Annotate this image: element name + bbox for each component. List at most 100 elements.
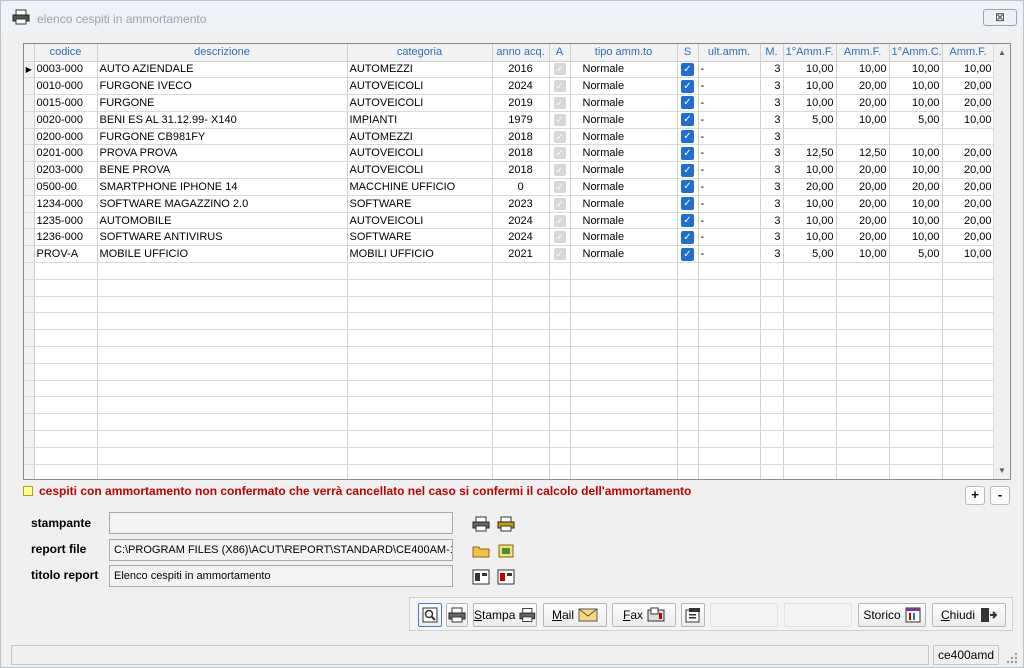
empty-cell[interactable]	[760, 380, 784, 398]
cell-a2[interactable]: 20,00	[836, 212, 890, 230]
cell-anno[interactable]: 2018	[492, 161, 550, 180]
flag-a-checkbox[interactable]: ✓	[549, 61, 571, 79]
empty-cell[interactable]	[942, 363, 995, 381]
empty-cell[interactable]	[889, 346, 943, 364]
empty-cell[interactable]	[836, 296, 890, 314]
cell-anno[interactable]: 2018	[492, 128, 550, 146]
cell-a1[interactable]: 10,00	[783, 212, 837, 230]
cell-a3[interactable]: 10,00	[889, 61, 943, 79]
cell-a4[interactable]: 10,00	[942, 245, 995, 264]
cell-codice[interactable]: 0200-000	[34, 128, 98, 146]
cell-a4[interactable]: 20,00	[942, 94, 995, 112]
table-row[interactable]: 1235-000 AUTOMOBILE AUTOVEICOLI 2024 ✓ Normal…	[24, 212, 995, 230]
empty-cell[interactable]	[677, 279, 699, 297]
flag-a-checkbox[interactable]: ✓	[549, 144, 571, 163]
printer-select-button[interactable]	[471, 514, 491, 533]
cell-descrizione[interactable]: AUTO AZIENDALE	[97, 61, 348, 79]
empty-cell[interactable]	[97, 363, 348, 381]
flag-s-checkbox[interactable]: ✓	[677, 94, 699, 112]
cell-tipo[interactable]: Normale	[570, 245, 678, 264]
empty-cell[interactable]	[698, 346, 761, 364]
flag-s-checkbox[interactable]: ✓	[677, 111, 699, 129]
report-edit-button[interactable]	[496, 541, 516, 560]
empty-cell[interactable]	[570, 396, 678, 415]
cell-a3[interactable]: 5,00	[889, 245, 943, 264]
empty-cell[interactable]	[889, 296, 943, 314]
cell-a4[interactable]	[942, 128, 995, 146]
close-window-button[interactable]: ⊠	[983, 9, 1017, 26]
cell-anno[interactable]: 0	[492, 178, 550, 196]
empty-cell[interactable]	[942, 447, 995, 465]
printer-setup-button[interactable]	[496, 514, 516, 533]
empty-cell[interactable]	[942, 413, 995, 432]
empty-cell[interactable]	[942, 296, 995, 314]
stampante-field[interactable]	[109, 512, 453, 534]
cell-anno[interactable]: 2021	[492, 245, 550, 264]
empty-cell[interactable]	[347, 296, 493, 314]
table-row[interactable]: 1234-000 SOFTWARE MAGAZZINO 2.0 SOFTWARE 20…	[24, 195, 995, 213]
empty-cell[interactable]	[942, 430, 995, 448]
empty-cell[interactable]	[34, 430, 98, 448]
empty-cell[interactable]	[889, 329, 943, 348]
cell-m[interactable]: 3	[760, 77, 784, 96]
empty-cell[interactable]	[347, 279, 493, 297]
table-row[interactable]: 0200-000 FURGONE CB981FY AUTOMEZZI 2018 ✓ Nor…	[24, 128, 995, 146]
empty-cell[interactable]	[492, 430, 550, 448]
flag-s-checkbox[interactable]: ✓	[677, 77, 699, 96]
empty-cell[interactable]	[836, 430, 890, 448]
empty-cell[interactable]	[698, 380, 761, 398]
stampa-button[interactable]: Stampa	[473, 603, 537, 627]
empty-cell[interactable]	[24, 464, 35, 479]
cell-categoria[interactable]: AUTOVEICOLI	[347, 77, 493, 96]
cell-tipo[interactable]: Normale	[570, 212, 678, 230]
empty-table-row[interactable]	[24, 279, 995, 297]
cell-codice[interactable]: 0500-00	[34, 178, 98, 196]
empty-table-row[interactable]	[24, 430, 995, 448]
empty-cell[interactable]	[677, 346, 699, 364]
cell-a1[interactable]	[783, 128, 837, 146]
cell-ult[interactable]: -	[698, 245, 761, 264]
empty-table-row[interactable]	[24, 447, 995, 465]
cell-m[interactable]: 3	[760, 245, 784, 264]
empty-cell[interactable]	[347, 396, 493, 415]
cell-categoria[interactable]: AUTOVEICOLI	[347, 212, 493, 230]
empty-cell[interactable]	[34, 329, 98, 348]
cell-anno[interactable]: 2019	[492, 94, 550, 112]
cell-descrizione[interactable]: FURGONE IVECO	[97, 77, 348, 96]
flag-s-checkbox[interactable]: ✓	[677, 212, 699, 230]
table-row[interactable]: 0015-000 FURGONE AUTOVEICOLI 2019 ✓ Normale ✓ -…	[24, 94, 995, 112]
empty-cell[interactable]	[889, 396, 943, 415]
cell-m[interactable]: 3	[760, 228, 784, 247]
empty-cell[interactable]	[549, 464, 571, 479]
cell-categoria[interactable]: IMPIANTI	[347, 111, 493, 129]
cell-a1[interactable]: 5,00	[783, 245, 837, 264]
empty-cell[interactable]	[570, 430, 678, 448]
row-indicator[interactable]	[24, 212, 35, 230]
column-header[interactable]: A	[549, 44, 571, 62]
cell-a2[interactable]: 20,00	[836, 228, 890, 247]
column-header[interactable]: Amm.F.	[836, 44, 890, 62]
empty-cell[interactable]	[783, 312, 837, 331]
mail-button[interactable]: Mail	[543, 603, 607, 627]
empty-cell[interactable]	[570, 262, 678, 280]
empty-cell[interactable]	[942, 380, 995, 398]
empty-cell[interactable]	[889, 447, 943, 465]
cell-a3[interactable]: 10,00	[889, 161, 943, 180]
empty-cell[interactable]	[34, 380, 98, 398]
cell-a2[interactable]: 20,00	[836, 94, 890, 112]
empty-cell[interactable]	[549, 312, 571, 331]
empty-cell[interactable]	[24, 262, 35, 280]
cell-a4[interactable]: 20,00	[942, 144, 995, 163]
cell-tipo[interactable]: Normale	[570, 228, 678, 247]
empty-cell[interactable]	[347, 413, 493, 432]
cell-a1[interactable]: 5,00	[783, 111, 837, 129]
column-header[interactable]: Amm.F.	[942, 44, 995, 62]
empty-cell[interactable]	[889, 312, 943, 331]
empty-table-row[interactable]	[24, 346, 995, 364]
empty-cell[interactable]	[570, 413, 678, 432]
empty-table-row[interactable]	[24, 312, 995, 331]
cell-categoria[interactable]: SOFTWARE	[347, 228, 493, 247]
empty-cell[interactable]	[698, 413, 761, 432]
flag-s-checkbox[interactable]: ✓	[677, 144, 699, 163]
vertical-scrollbar[interactable]: ▲ ▼	[993, 44, 1010, 479]
